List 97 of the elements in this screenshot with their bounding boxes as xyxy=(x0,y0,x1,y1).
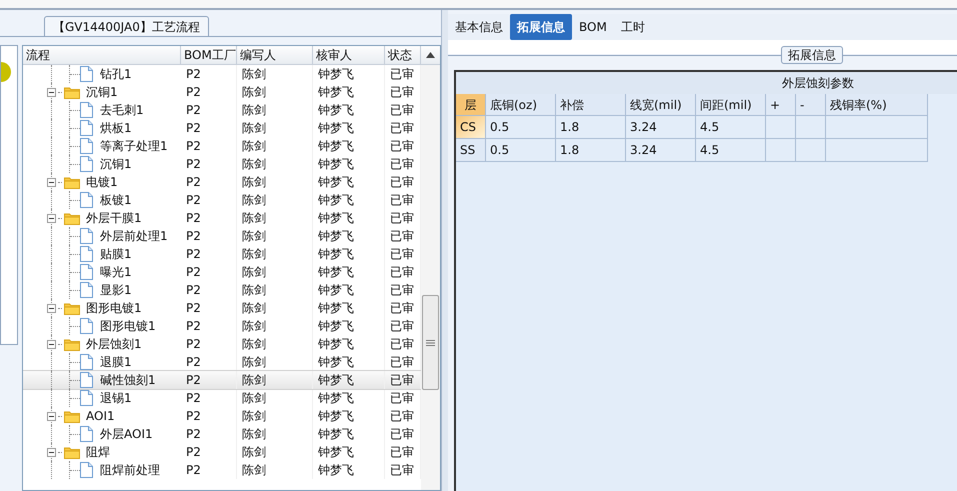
tab[interactable]: BOM xyxy=(572,14,614,40)
table-cell: 3.24 xyxy=(626,116,696,139)
tree-item-label: 阻焊 xyxy=(86,444,110,461)
tree-item-label: 曝光1 xyxy=(100,264,132,281)
row-header[interactable]: SS xyxy=(456,139,486,162)
file-icon xyxy=(80,462,93,478)
table-cell: P2 xyxy=(181,371,237,389)
collapse-icon[interactable] xyxy=(47,178,56,186)
tree-item-label: AOI1 xyxy=(86,408,115,425)
tree-item-label: 等离子处理1 xyxy=(100,138,168,155)
tree-item-label: 阻焊前处理 xyxy=(100,462,160,479)
column-header[interactable]: 间距(mil) xyxy=(696,94,766,116)
folder-icon xyxy=(64,446,80,458)
column-header[interactable]: 编写人 xyxy=(237,46,313,64)
table-cell: 陈剑 xyxy=(237,461,313,479)
table-cell xyxy=(796,139,826,162)
tree-item-label: 显影1 xyxy=(100,282,132,299)
file-icon xyxy=(80,390,93,406)
table-cell: P2 xyxy=(181,461,237,479)
tab[interactable]: 工时 xyxy=(614,14,652,40)
file-icon xyxy=(80,66,93,82)
column-header[interactable]: 层 xyxy=(456,94,486,116)
tree-item-label: 图形电镀1 xyxy=(100,318,156,335)
file-icon xyxy=(80,138,93,154)
scrollbar-thumb[interactable] xyxy=(422,295,439,390)
tree-item-label: 外层前处理1 xyxy=(100,228,168,245)
column-header[interactable]: 核审人 xyxy=(313,46,385,64)
tab[interactable]: 基本信息 xyxy=(448,14,510,40)
folder-icon xyxy=(64,86,80,98)
folder-icon xyxy=(64,338,80,350)
tree-item-label: 沉铜1 xyxy=(86,84,118,101)
tree-item-label: 板镀1 xyxy=(100,192,132,209)
scroll-up-icon[interactable] xyxy=(426,52,435,58)
tree-item-label: 退膜1 xyxy=(100,354,132,371)
grip-icon xyxy=(426,340,435,346)
tree-item-label: 电镀1 xyxy=(86,174,118,191)
table-cell: 0.5 xyxy=(486,116,556,139)
folder-icon xyxy=(64,176,80,188)
file-icon xyxy=(80,264,93,280)
table-cell: 钟梦飞 xyxy=(313,461,385,479)
column-header[interactable]: BOM工厂 xyxy=(181,46,237,64)
file-icon xyxy=(80,372,93,388)
column-header[interactable]: 线宽(mil) xyxy=(626,94,696,116)
collapse-icon[interactable] xyxy=(47,340,56,348)
file-icon xyxy=(80,318,93,334)
table-cell: 陈剑 xyxy=(237,371,313,389)
table-cell: 3.24 xyxy=(626,139,696,162)
tree-item-label: 贴膜1 xyxy=(100,246,132,263)
folder-icon xyxy=(64,212,80,224)
tree-item-label: 外层蚀刻1 xyxy=(86,336,142,353)
tree-item-label: 退锡1 xyxy=(100,390,132,407)
column-header[interactable]: 状态 xyxy=(385,46,421,64)
group-title: 拓展信息 xyxy=(781,46,843,64)
table-cell: 0.5 xyxy=(486,139,556,162)
column-header[interactable]: - xyxy=(796,94,826,116)
collapse-icon[interactable] xyxy=(47,304,56,312)
collapse-icon[interactable] xyxy=(47,412,56,420)
tree-item-label: 外层干膜1 xyxy=(86,210,142,227)
tree-item-label: 去毛刺1 xyxy=(100,102,144,119)
table-cell: 4.5 xyxy=(696,139,766,162)
column-header[interactable]: 流程 xyxy=(23,46,181,64)
tree-item-label: 钻孔1 xyxy=(100,66,132,83)
tree-row[interactable]: 碱性蚀刻1 P2 陈剑 钟梦飞 已审 xyxy=(23,371,421,389)
column-header[interactable]: 残铜率(%) xyxy=(826,94,928,116)
file-icon xyxy=(80,102,93,118)
folder-icon xyxy=(64,410,80,422)
file-icon xyxy=(80,120,93,136)
column-header[interactable]: + xyxy=(766,94,796,116)
file-icon xyxy=(80,354,93,370)
file-icon xyxy=(80,192,93,208)
row-header[interactable]: CS xyxy=(456,116,486,139)
panel-title: 【GV14400JA0】工艺流程 xyxy=(44,16,209,37)
tab[interactable]: 拓展信息 xyxy=(510,14,572,40)
file-icon xyxy=(80,426,93,442)
file-icon xyxy=(80,156,93,172)
column-header[interactable]: 底铜(oz) xyxy=(486,94,556,116)
tree-item-label: 碱性蚀刻1 xyxy=(100,372,156,389)
tree-item-label: 烘板1 xyxy=(100,120,132,137)
table-cell xyxy=(766,139,796,162)
table-cell: 4.5 xyxy=(696,116,766,139)
tree-item-label: 图形电镀1 xyxy=(86,300,142,317)
tree-item-label: 沉铜1 xyxy=(100,156,132,173)
table-cell: 1.8 xyxy=(556,139,626,162)
tree-item-label: 外层AOI1 xyxy=(100,426,153,443)
file-icon xyxy=(80,282,93,298)
column-header[interactable]: 补偿 xyxy=(556,94,626,116)
table-cell: 1.8 xyxy=(556,116,626,139)
collapse-icon[interactable] xyxy=(47,448,56,456)
collapse-icon[interactable] xyxy=(47,214,56,222)
folder-icon xyxy=(64,302,80,314)
table-cell: 钟梦飞 xyxy=(313,371,385,389)
file-icon xyxy=(80,228,93,244)
file-icon xyxy=(80,246,93,262)
collapse-icon[interactable] xyxy=(47,88,56,96)
table-title: 外层蚀刻参数 xyxy=(456,72,957,94)
table-cell xyxy=(766,116,796,139)
table-cell xyxy=(796,116,826,139)
